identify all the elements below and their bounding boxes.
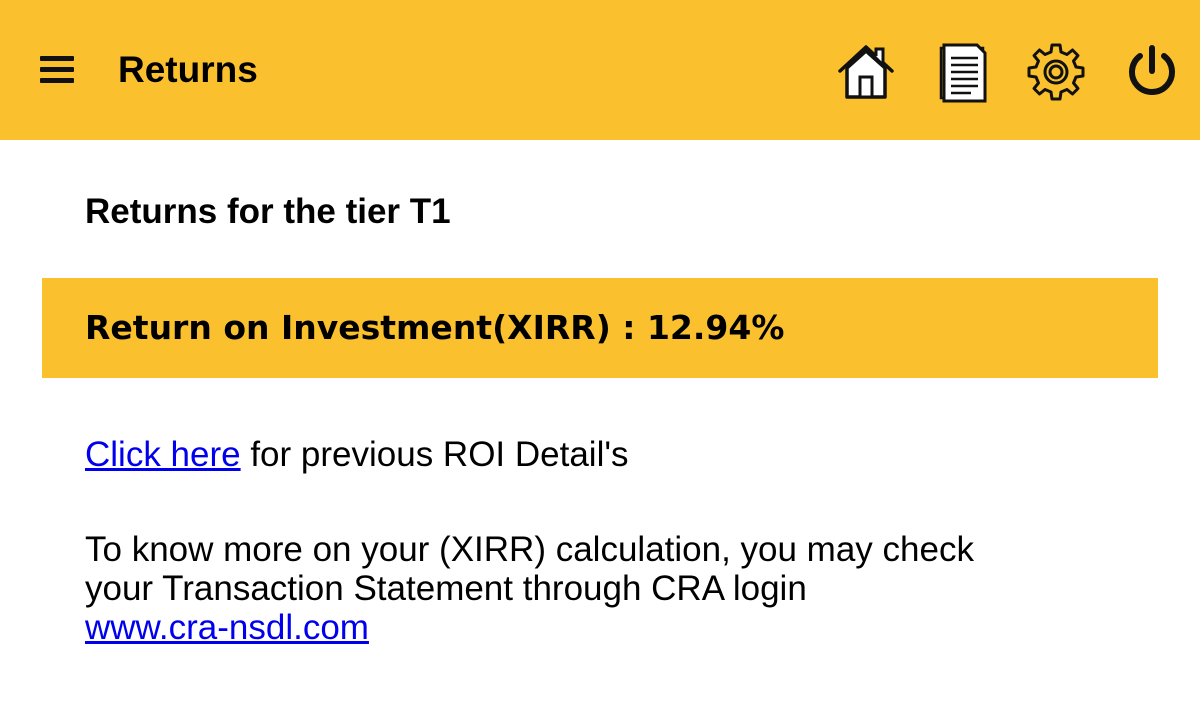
previous-roi-line: Click here for previous ROI Detail's: [85, 433, 629, 477]
roi-value: Return on Investment(XIRR) : 12.94%: [85, 308, 785, 347]
power-icon[interactable]: [1120, 40, 1184, 104]
roi-banner: Return on Investment(XIRR) : 12.94%: [42, 278, 1158, 378]
xirr-info: To know more on your (XIRR) calculation,…: [85, 530, 1145, 647]
info-line-1: To know more on your (XIRR) calculation,…: [85, 530, 974, 569]
previous-roi-text: for previous ROI Detail's: [240, 435, 629, 474]
cra-nsdl-link[interactable]: www.cra-nsdl.com: [85, 608, 369, 647]
click-here-link[interactable]: Click here: [85, 435, 241, 474]
app-bar: Returns: [0, 0, 1200, 140]
gear-icon[interactable]: [1024, 40, 1088, 104]
document-icon[interactable]: [929, 40, 993, 104]
page-title: Returns: [118, 49, 258, 90]
home-icon[interactable]: [834, 40, 898, 104]
tier-title: Returns for the tier T1: [85, 192, 451, 231]
menu-icon[interactable]: [40, 54, 76, 86]
info-line-2: your Transaction Statement through CRA l…: [85, 569, 807, 608]
